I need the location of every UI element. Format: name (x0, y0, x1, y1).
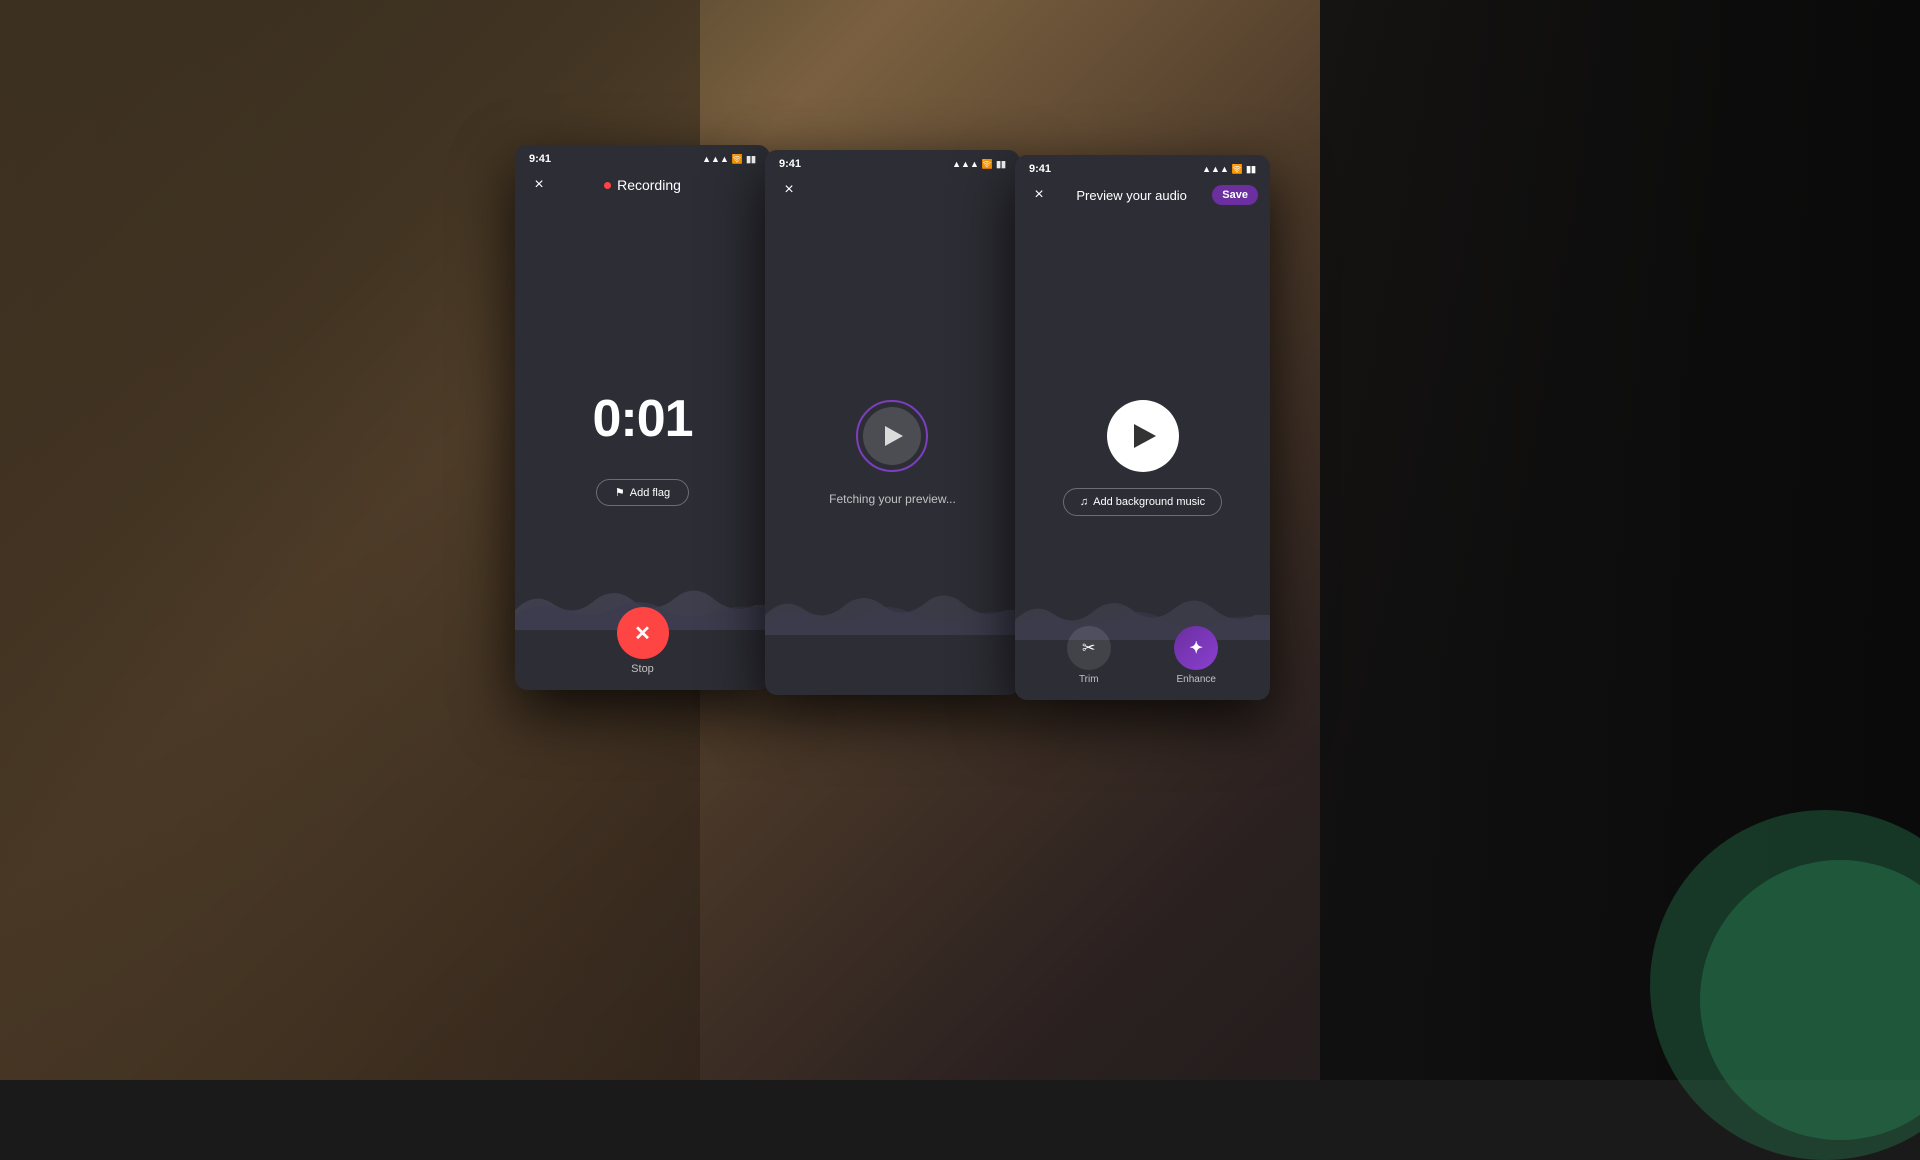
play-button-2[interactable] (856, 400, 928, 472)
flag-icon: ⚑ (615, 486, 625, 499)
play-triangle-icon (885, 426, 903, 446)
stop-label: Stop (631, 663, 654, 675)
nav-bar-2: × (765, 174, 1020, 210)
recording-timer: 0:01 (592, 389, 692, 449)
trim-icon-circle: ✂ (1067, 626, 1111, 670)
close-button-2[interactable]: × (777, 178, 801, 202)
recording-dot (604, 182, 611, 189)
waveform-svg-2 (765, 575, 1020, 635)
status-icons-1: ▲▲▲ 🛜 ▮▮ (702, 154, 756, 165)
wifi-icon-2: 🛜 (982, 159, 993, 170)
preview-title: Preview your audio (1076, 188, 1187, 203)
close-button-1[interactable]: × (527, 173, 551, 197)
battery-icon-3: ▮▮ (1246, 164, 1256, 175)
stop-x-icon: ✕ (634, 621, 651, 646)
status-time-2: 9:41 (779, 158, 801, 170)
status-icons-2: ▲▲▲ 🛜 ▮▮ (952, 159, 1006, 170)
play-circle-inner (863, 407, 921, 465)
phones-container: 9:41 ▲▲▲ 🛜 ▮▮ × Recording 0:01 ⚑ Add fla (515, 145, 1270, 700)
enhance-label: Enhance (1177, 674, 1216, 685)
scissors-icon: ✂ (1082, 638, 1095, 658)
stop-button[interactable]: ✕ (617, 607, 669, 659)
battery-icon-1: ▮▮ (746, 154, 756, 165)
wifi-icon-3: 🛜 (1232, 164, 1243, 175)
status-icons-3: ▲▲▲ 🛜 ▮▮ (1202, 164, 1256, 175)
status-time-3: 9:41 (1029, 163, 1051, 175)
enhance-icon-circle: ✦ (1174, 626, 1218, 670)
nav-bar-3: × Preview your audio Save (1015, 179, 1270, 215)
battery-icon-2: ▮▮ (996, 159, 1006, 170)
close-button-3[interactable]: × (1027, 183, 1051, 207)
status-time-1: 9:41 (529, 153, 551, 165)
bottom-tools: ✂ Trim ✦ Enhance (1015, 626, 1270, 685)
phone-recording: 9:41 ▲▲▲ 🛜 ▮▮ × Recording 0:01 ⚑ Add fla (515, 145, 770, 690)
trim-tool[interactable]: ✂ Trim (1067, 626, 1111, 685)
signal-icon-2: ▲▲▲ (952, 159, 979, 169)
nav-bar-1: × Recording (515, 169, 770, 205)
wifi-icon-1: 🛜 (732, 154, 743, 165)
trim-label: Trim (1079, 674, 1099, 685)
status-bar-1: 9:41 ▲▲▲ 🛜 ▮▮ (515, 145, 770, 169)
waveform-area-2 (765, 575, 1020, 635)
music-note-icon: ♫ (1080, 496, 1088, 508)
add-music-button[interactable]: ♫ Add background music (1063, 488, 1222, 516)
nav-title-1: Recording (604, 177, 681, 193)
enhance-tool[interactable]: ✦ Enhance (1174, 626, 1218, 685)
status-bar-3: 9:41 ▲▲▲ 🛜 ▮▮ (1015, 155, 1270, 179)
status-bar-2: 9:41 ▲▲▲ 🛜 ▮▮ (765, 150, 1020, 174)
phone-fetching: 9:41 ▲▲▲ 🛜 ▮▮ × Fetching your pr (765, 150, 1020, 695)
save-button[interactable]: Save (1212, 185, 1258, 205)
signal-icon-3: ▲▲▲ (1202, 164, 1229, 174)
enhance-icon: ✦ (1190, 638, 1203, 658)
phone-preview: 9:41 ▲▲▲ 🛜 ▮▮ × Preview your audio Save … (1015, 155, 1270, 700)
fetching-text: Fetching your preview... (829, 492, 956, 506)
stop-area: ✕ Stop (617, 607, 669, 675)
add-flag-button[interactable]: ⚑ Add flag (596, 479, 689, 506)
signal-icon-1: ▲▲▲ (702, 154, 729, 164)
play-container: Fetching your preview... (829, 400, 956, 506)
play-icon-3 (1134, 424, 1156, 448)
play-button-3[interactable] (1107, 400, 1179, 472)
